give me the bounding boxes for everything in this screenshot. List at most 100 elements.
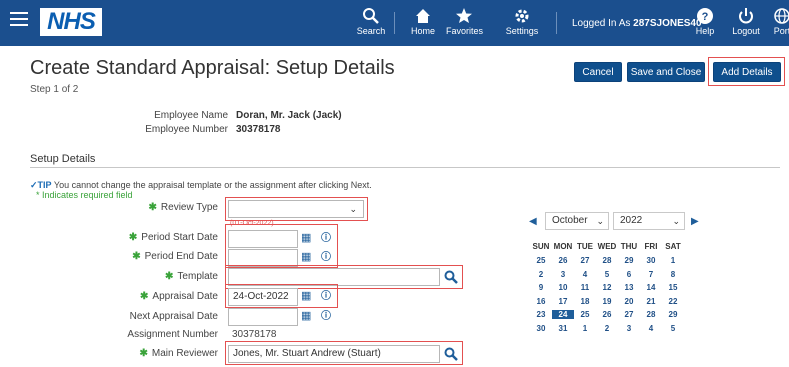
nav-favorites[interactable]: Favorites (446, 6, 483, 36)
nav-help[interactable]: ? Help (694, 6, 716, 36)
calendar-day[interactable]: 13 (618, 283, 640, 292)
period-end-label: ✱ Period End Date (132, 251, 218, 262)
nav-settings[interactable]: Settings (504, 6, 540, 36)
calendar-day[interactable]: 16 (530, 297, 552, 306)
calendar-day[interactable]: 27 (574, 256, 596, 265)
calendar-day-header: THU (620, 242, 638, 251)
month-value: October (552, 215, 588, 226)
nhs-logo[interactable]: NHS (40, 8, 102, 36)
calendar-day[interactable]: 28 (640, 310, 662, 319)
employee-number-value: 30378178 (236, 124, 281, 135)
calendar-day[interactable]: 24 (552, 310, 574, 319)
calendar-day[interactable]: 29 (662, 310, 684, 319)
calendar-day[interactable]: 5 (662, 324, 684, 333)
cancel-button[interactable]: Cancel (574, 62, 622, 82)
calendar-day[interactable]: 15 (662, 283, 684, 292)
power-icon (739, 8, 753, 24)
review-type-label: ✱ Review Type (148, 202, 218, 213)
next-month-icon[interactable]: ▶ (691, 216, 699, 227)
check-icon: ✓ (30, 180, 38, 190)
period-start-label-text: Period Start Date (141, 232, 218, 243)
calendar-day[interactable]: 1 (662, 256, 684, 265)
calendar-day[interactable]: 4 (574, 270, 596, 279)
svg-text:?: ? (702, 11, 709, 23)
month-select[interactable]: October ⌄ (545, 212, 609, 230)
calendar-day[interactable]: 28 (596, 256, 618, 265)
calendar-day[interactable]: 22 (662, 297, 684, 306)
page-title: Create Standard Appraisal: Setup Details (30, 57, 395, 79)
save-and-close-button[interactable]: Save and Close (627, 62, 705, 82)
star-icon (456, 8, 472, 23)
calendar-day[interactable]: 26 (596, 310, 618, 319)
calendar-day[interactable]: 4 (640, 324, 662, 333)
calendar-day[interactable]: 20 (618, 297, 640, 306)
calendar-day[interactable]: 12 (596, 283, 618, 292)
main-reviewer-label: ✱ Main Reviewer (139, 348, 218, 359)
calendar-day[interactable]: 5 (596, 270, 618, 279)
calendar-day[interactable]: 25 (530, 256, 552, 265)
calendar-day[interactable]: 6 (618, 270, 640, 279)
nav-port[interactable]: Port (770, 6, 789, 36)
calendar-day[interactable]: 30 (530, 324, 552, 333)
main-reviewer-highlight (225, 341, 463, 365)
calendar-day[interactable]: 31 (552, 324, 574, 333)
calendar-day[interactable]: 29 (618, 256, 640, 265)
period-dates-highlight (225, 224, 338, 268)
template-label-text: Template (177, 271, 218, 282)
calendar-day[interactable]: 26 (552, 256, 574, 265)
add-details-highlight (708, 57, 785, 86)
calendar-icon[interactable]: ▦ (301, 309, 311, 322)
calendar-day[interactable]: 19 (596, 297, 618, 306)
calendar-day[interactable]: 17 (552, 297, 574, 306)
year-select[interactable]: 2022 ⌄ (613, 212, 685, 230)
calendar-day[interactable]: 2 (530, 270, 552, 279)
nav-home-label: Home (410, 26, 435, 36)
calendar-day[interactable]: 27 (618, 310, 640, 319)
calendar-day[interactable]: 9 (530, 283, 552, 292)
chevron-down-icon: ⌄ (596, 216, 604, 226)
calendar-day[interactable]: 18 (574, 297, 596, 306)
chevron-down-icon: ⌄ (672, 216, 680, 226)
step-indicator: Step 1 of 2 (30, 84, 79, 95)
prev-month-icon[interactable]: ◀ (529, 216, 537, 227)
help-icon: ? (697, 8, 713, 24)
gear-icon (515, 9, 529, 23)
calendar-day[interactable]: 10 (552, 283, 574, 292)
home-icon (416, 9, 430, 23)
calendar-day[interactable]: 2 (596, 324, 618, 333)
period-end-label-text: Period End Date (144, 251, 218, 262)
next-appraisal-label: Next Appraisal Date (129, 311, 218, 322)
calendar-day-header: SUN (532, 242, 550, 251)
calendar-day[interactable]: 3 (552, 270, 574, 279)
period-start-label: ✱ Period Start Date (128, 232, 218, 243)
calendar-day[interactable]: 14 (640, 283, 662, 292)
calendar-day[interactable]: 23 (530, 310, 552, 319)
review-type-label-text: Review Type (160, 202, 218, 213)
menu-icon[interactable] (10, 12, 28, 26)
calendar-day[interactable]: 7 (640, 270, 662, 279)
employee-number-label: Employee Number (145, 124, 228, 135)
appraisal-date-highlight (225, 284, 338, 308)
appraisal-date-label-text: Appraisal Date (152, 291, 218, 302)
calendar-day[interactable]: 8 (662, 270, 684, 279)
info-icon[interactable]: ⓘ (321, 307, 331, 322)
calendar-day[interactable]: 30 (640, 256, 662, 265)
calendar-day[interactable]: 11 (574, 283, 596, 292)
nav-logout[interactable]: Logout (730, 6, 762, 36)
nav-settings-label: Settings (505, 26, 539, 36)
main-reviewer-label-text: Main Reviewer (151, 348, 218, 359)
calendar-day-header: TUE (577, 242, 593, 251)
calendar-day[interactable]: 1 (574, 324, 596, 333)
nav-divider (556, 12, 557, 34)
next-appraisal-input[interactable] (228, 308, 298, 326)
calendar-day-header: WED (597, 242, 617, 251)
employee-name-label: Employee Name (154, 110, 228, 121)
calendar-day[interactable]: 21 (640, 297, 662, 306)
nav-search[interactable]: Search (356, 6, 386, 36)
calendar-day-header: SAT (665, 242, 681, 251)
calendar-day[interactable]: 3 (618, 324, 640, 333)
logged-in-user: 287SJONES40 (633, 18, 702, 29)
globe-icon (774, 8, 789, 24)
calendar-day[interactable]: 25 (574, 310, 596, 319)
nav-home[interactable]: Home (408, 6, 438, 36)
